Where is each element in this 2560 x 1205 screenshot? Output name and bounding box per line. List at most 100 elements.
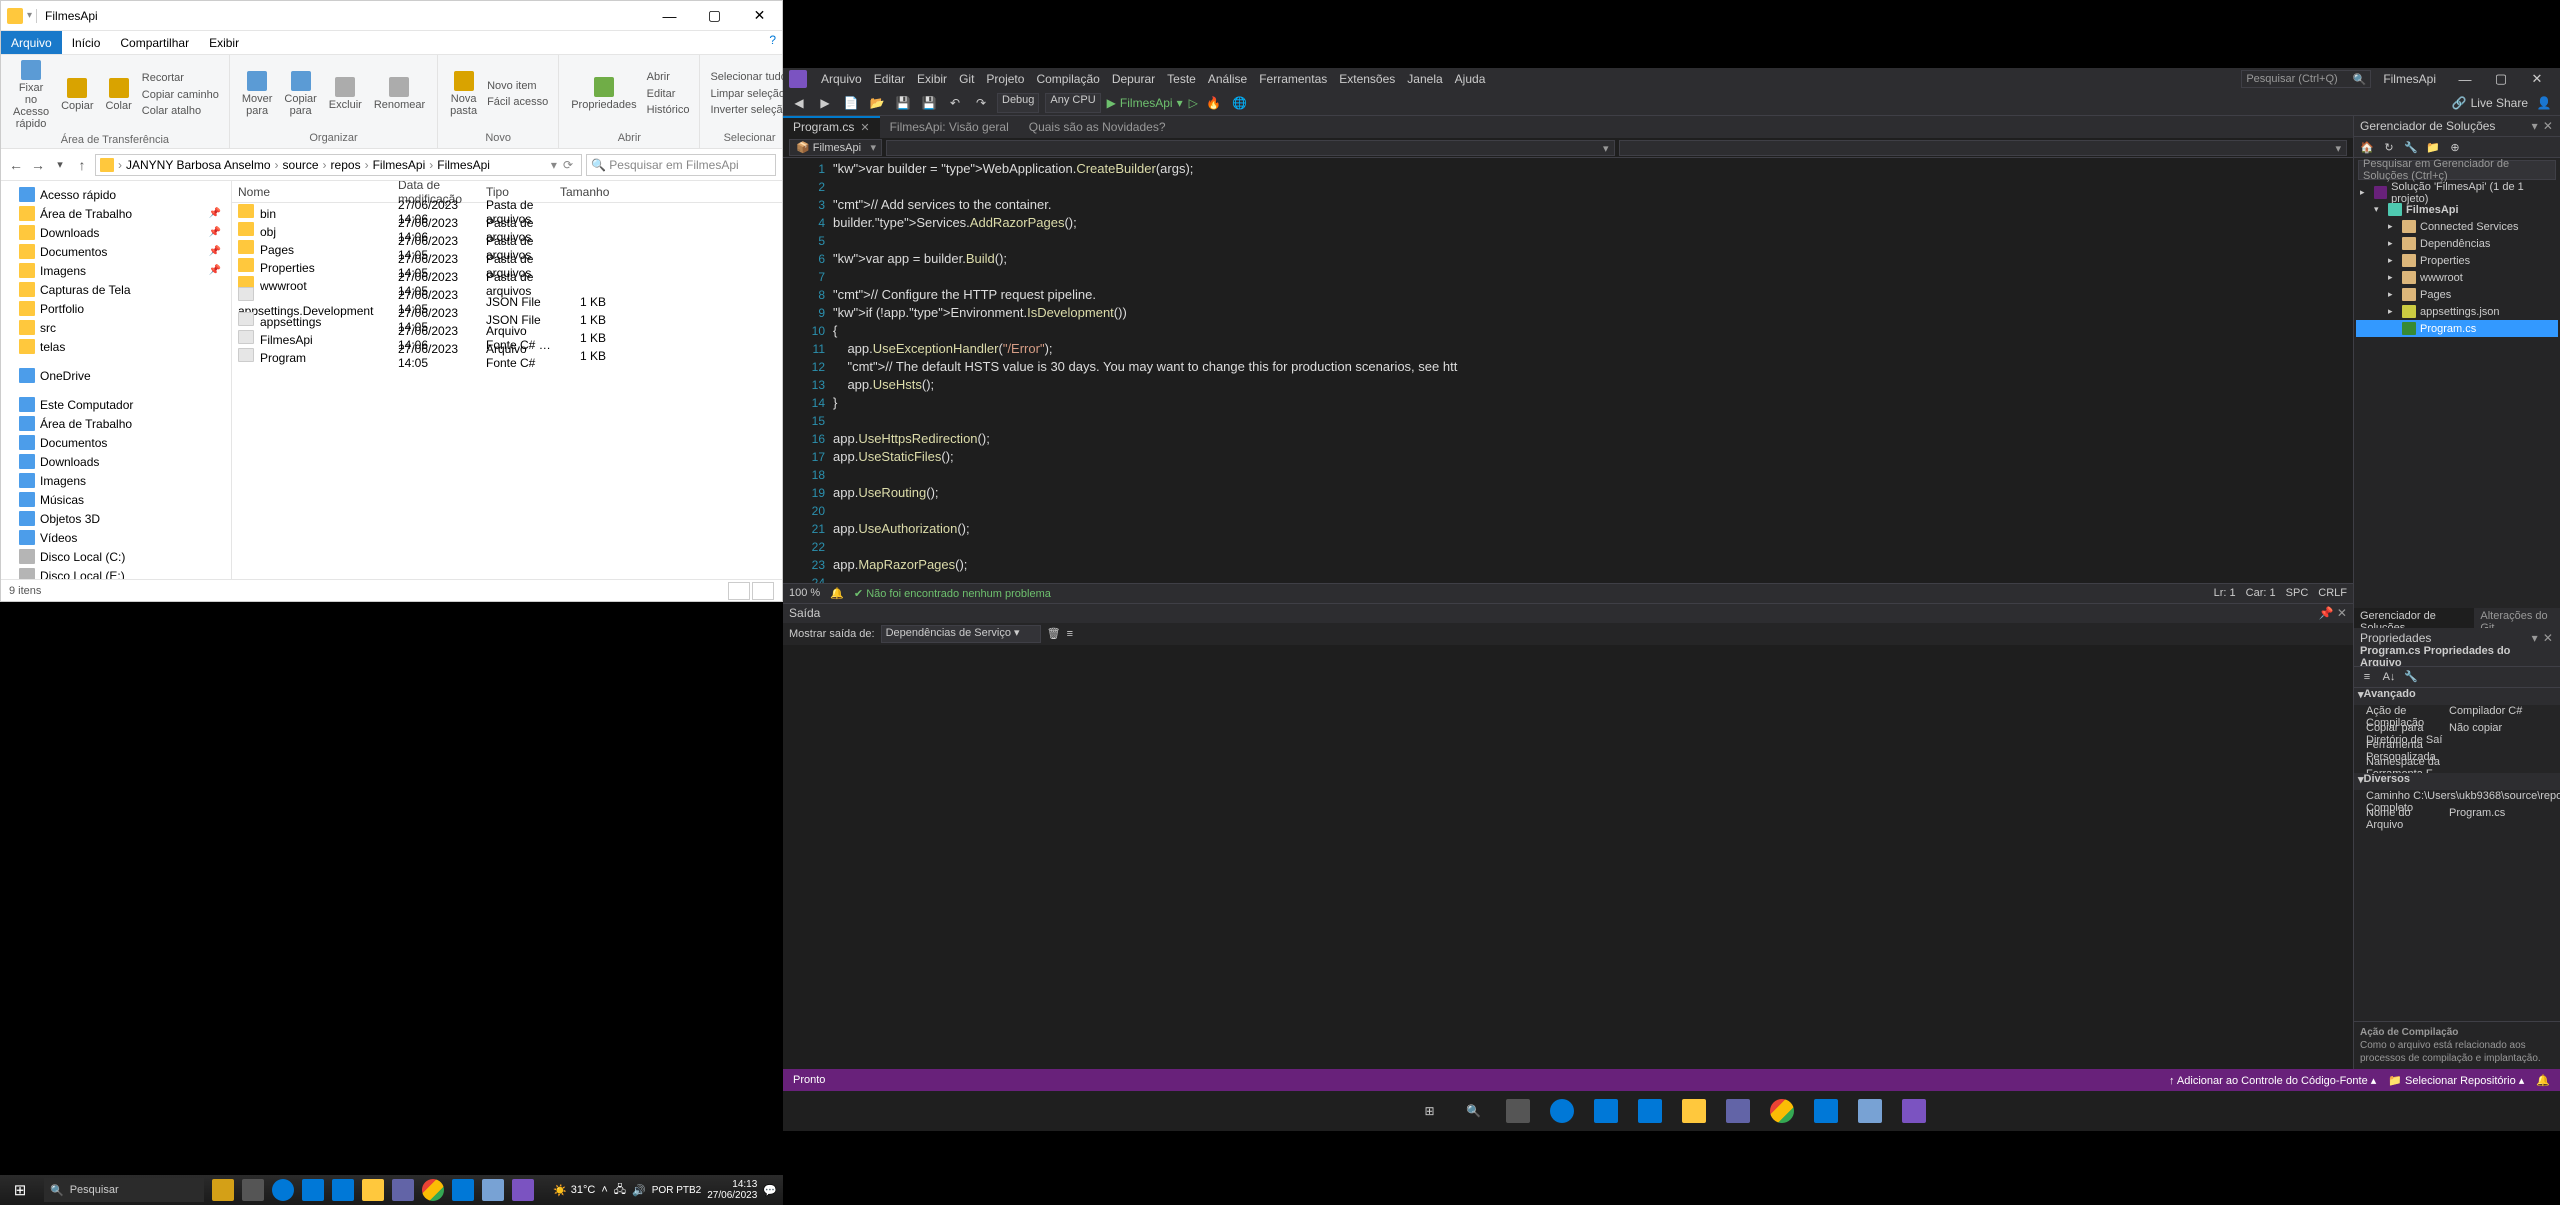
file-row[interactable]: appsettings.Development27/06/2023 14:05J…	[232, 293, 782, 311]
config-dropdown[interactable]: Debug	[997, 93, 1039, 113]
nav-back-button[interactable]: ◀	[789, 93, 809, 113]
close-button[interactable]: ✕	[737, 1, 782, 31]
solution-node[interactable]: ▸Solução 'FilmesApi' (1 de 1 projeto)	[2356, 184, 2558, 201]
tab-program-cs[interactable]: Program.cs✕	[783, 116, 880, 138]
paste-shortcut-button[interactable]: Colar atalho	[140, 103, 221, 120]
menu-depurar[interactable]: Depurar	[1106, 70, 1161, 88]
copy-path-button[interactable]: Copiar caminho	[140, 87, 221, 104]
taskbar-app-chrome[interactable]	[418, 1175, 448, 1205]
menu-projeto[interactable]: Projeto	[980, 70, 1030, 88]
nav-pane[interactable]: Acesso rápido Área de Trabalho📌Downloads…	[1, 181, 232, 579]
network-icon[interactable]: 🖧	[614, 1181, 626, 1200]
recent-button[interactable]: ▾	[51, 158, 69, 171]
taskbar-taskview[interactable]	[1498, 1091, 1538, 1131]
file-row[interactable]: Program27/06/2023 14:05Arquivo Fonte C#1…	[232, 347, 782, 365]
taskbar-search-button[interactable]: 🔍	[1454, 1091, 1494, 1131]
redo-button[interactable]: ↷	[971, 93, 991, 113]
prop-row[interactable]: Copiar para Diretório de SaíNão copiar	[2354, 722, 2560, 739]
tab-arquivo[interactable]: Arquivo	[1, 31, 62, 54]
taskbar-app-store[interactable]	[1586, 1091, 1626, 1131]
taskbar-app-teams[interactable]	[1718, 1091, 1758, 1131]
nav-this-pc[interactable]: Este Computador	[1, 395, 231, 414]
prop-row[interactable]: Ferramenta Personalizada	[2354, 739, 2560, 756]
solution-tree[interactable]: ▸Solução 'FilmesApi' (1 de 1 projeto) ▾F…	[2354, 182, 2560, 608]
nav-pc-item[interactable]: Disco Local (E:)	[1, 566, 231, 579]
run-button[interactable]: ▶ FilmesApi ▾	[1107, 96, 1183, 110]
pin-icon[interactable]: 📌 ✕	[2319, 606, 2347, 620]
crumb-symbol[interactable]	[1619, 140, 2347, 156]
solution-explorer-title[interactable]: Gerenciador de Soluções▾ ✕	[2354, 116, 2560, 136]
output-panel[interactable]	[783, 645, 2353, 1070]
tab-git-changes[interactable]: Alterações do Git	[2474, 608, 2560, 628]
new-item-button[interactable]: Novo item	[485, 78, 550, 95]
select-none-button[interactable]: Limpar seleção	[708, 86, 790, 103]
help-icon[interactable]: ?	[763, 31, 782, 54]
run-no-debug-button[interactable]: ▷	[1189, 96, 1198, 110]
clock[interactable]: 14:1327/06/2023	[707, 1179, 757, 1201]
maximize-button[interactable]: ▢	[692, 1, 737, 31]
taskbar-right[interactable]: ⊞ 🔍	[783, 1091, 2560, 1131]
tab-overview[interactable]: FilmesApi: Visão geral	[880, 116, 1019, 138]
volume-icon[interactable]: 🔊	[632, 1184, 646, 1197]
taskbar-app-chrome[interactable]	[1762, 1091, 1802, 1131]
menu-ferramentas[interactable]: Ferramentas	[1253, 70, 1333, 88]
back-button[interactable]: ←	[7, 157, 25, 173]
account-button[interactable]: 👤	[2534, 93, 2554, 113]
crumb-project[interactable]: 📦 FilmesApi	[789, 139, 882, 156]
vs-search-input[interactable]: Pesquisar (Ctrl+Q)🔍	[2241, 70, 2371, 88]
nav-pc-item[interactable]: Área de Trabalho	[1, 414, 231, 433]
crumb-member[interactable]	[886, 140, 1614, 156]
notifications-icon[interactable]: 🔔	[2536, 1074, 2550, 1087]
cat-misc[interactable]: ▾ Diversos	[2354, 773, 2560, 790]
nav-quick-item[interactable]: Capturas de Tela	[1, 280, 231, 299]
home-button[interactable]: 🏠	[2358, 138, 2376, 156]
properties-button[interactable]: Propriedades	[567, 75, 640, 113]
taskbar-app-store[interactable]	[298, 1175, 328, 1205]
menu-compilação[interactable]: Compilação	[1030, 70, 1105, 88]
tab-exibir[interactable]: Exibir	[199, 31, 249, 54]
nav-pc-item[interactable]: Downloads	[1, 452, 231, 471]
nav-onedrive[interactable]: OneDrive	[1, 366, 231, 385]
prop-row[interactable]: Nome do ArquivoProgram.cs	[2354, 807, 2560, 824]
taskbar-left[interactable]: ⊞ 🔍Pesquisar ☀️31°C ˄🖧🔊 POR PTB2 14:1327…	[0, 1175, 783, 1205]
prop-row[interactable]: Namespace da Ferramenta F	[2354, 756, 2560, 773]
tab-inicio[interactable]: Início	[62, 31, 111, 54]
tab-compartilhar[interactable]: Compartilhar	[110, 31, 199, 54]
nav-pc-item[interactable]: Objetos 3D	[1, 509, 231, 528]
delete-button[interactable]: Excluir	[325, 75, 366, 113]
solution-search[interactable]: Pesquisar em Gerenciador de Soluções (Ct…	[2358, 160, 2556, 180]
hot-reload-button[interactable]: 🔥	[1204, 93, 1224, 113]
menu-teste[interactable]: Teste	[1161, 70, 1202, 88]
menu-ajuda[interactable]: Ajuda	[1449, 70, 1492, 88]
taskbar-app-notepad[interactable]	[478, 1175, 508, 1205]
taskbar-app-vs[interactable]	[1894, 1091, 1934, 1131]
move-to-button[interactable]: Mover para	[238, 69, 277, 119]
copy-to-button[interactable]: Copiar para	[280, 69, 320, 119]
nav-quick-item[interactable]: Imagens📌	[1, 261, 231, 280]
col-name[interactable]: Nome	[232, 185, 392, 199]
undo-button[interactable]: ↶	[945, 93, 965, 113]
rename-button[interactable]: Renomear	[370, 75, 429, 113]
tab-whatsnew[interactable]: Quais são as Novidades?	[1019, 116, 1176, 138]
node-wwwroot[interactable]: ▸wwwroot	[2356, 269, 2558, 286]
source-control-button[interactable]: ↑ Adicionar ao Controle do Código-Fonte …	[2169, 1074, 2376, 1087]
nav-quick-access[interactable]: Acesso rápido	[1, 185, 231, 204]
view-large-button[interactable]	[752, 582, 774, 600]
maximize-button[interactable]: ▢	[2484, 68, 2518, 90]
refresh-icon[interactable]: ⟳	[559, 158, 577, 172]
editor-breadcrumb[interactable]: 📦 FilmesApi	[783, 138, 2353, 158]
col-type[interactable]: Tipo	[480, 185, 554, 199]
taskbar-app-explorer[interactable]	[358, 1175, 388, 1205]
taskbar-app-explorer[interactable]	[1674, 1091, 1714, 1131]
window-titlebar[interactable]: ▾ FilmesApi — ▢ ✕	[1, 1, 782, 31]
taskbar-app-edge[interactable]	[1542, 1091, 1582, 1131]
nav-forward-button[interactable]: ▶	[815, 93, 835, 113]
live-share-button[interactable]: 🔗Live Share	[2452, 96, 2528, 110]
taskbar-app-edge[interactable]	[268, 1175, 298, 1205]
taskbar-app-notepad[interactable]	[1850, 1091, 1890, 1131]
taskbar-app-cortana[interactable]	[208, 1175, 238, 1205]
open-button[interactable]: Abrir	[645, 69, 692, 86]
menu-git[interactable]: Git	[953, 70, 980, 88]
select-all-button[interactable]: Selecionar tudo	[708, 69, 790, 86]
paste-button[interactable]: Colar	[101, 76, 135, 114]
